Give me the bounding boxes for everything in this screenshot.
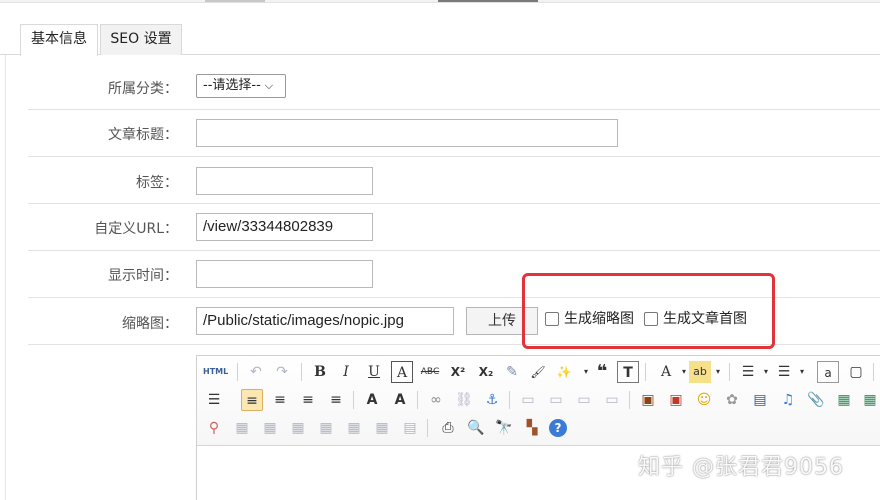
chevron-down-icon: ⌵ xyxy=(264,79,274,92)
align-center-icon[interactable]: ≡ xyxy=(269,389,291,411)
custom-url-label: 自定义URL： xyxy=(94,221,178,237)
category-selected-value: --请选择-- xyxy=(203,78,261,93)
title-input[interactable] xyxy=(196,119,618,147)
insert-frame-icon[interactable]: ⚲ xyxy=(203,417,225,439)
scrawl-icon[interactable]: ✿ xyxy=(721,389,743,411)
row-tags: 标签： xyxy=(28,157,880,204)
bold-icon[interactable]: B xyxy=(309,361,331,383)
toolbar-row-3: ⚲ ▦ ▦ ▦ ▦ ▦ ▦ ▤ ⎙ 🔍 🔭 ▚ ? xyxy=(203,417,880,443)
drafts-icon[interactable]: ▚ xyxy=(521,417,543,439)
blockquote-icon[interactable]: ❝ xyxy=(591,361,613,383)
emotion-icon[interactable]: ☺ xyxy=(693,389,715,411)
map-icon[interactable]: ▦ xyxy=(833,389,855,411)
row-title: 文章标题： xyxy=(28,110,880,157)
dropdown-arrow-icon[interactable]: ▾ xyxy=(791,361,813,383)
anchor-icon[interactable]: ⚓ xyxy=(481,389,503,411)
tags-label: 标签： xyxy=(136,175,178,191)
delete-row-icon[interactable]: ▦ xyxy=(315,417,337,439)
category-select[interactable]: --请选择-- ⌵ xyxy=(196,74,286,98)
title-label: 文章标题： xyxy=(108,127,178,143)
paste-text-icon[interactable]: T xyxy=(617,361,639,383)
font-family-icon[interactable]: A xyxy=(361,389,383,411)
subscript-icon[interactable]: X₂ xyxy=(475,361,497,383)
attachment-icon[interactable]: 📎 xyxy=(805,389,827,411)
display-time-input[interactable] xyxy=(196,260,373,288)
thumbnail-label: 缩略图： xyxy=(122,316,178,332)
tags-input[interactable] xyxy=(196,167,373,195)
auto-format-icon[interactable]: ✨ xyxy=(553,361,575,383)
redo-icon[interactable]: ↷ xyxy=(271,361,293,383)
row-category: 所属分类： --请选择-- ⌵ xyxy=(28,63,880,110)
superscript-icon[interactable]: X² xyxy=(447,361,469,383)
html-source-icon[interactable]: HTML xyxy=(203,361,228,383)
underline-icon[interactable]: U xyxy=(363,361,385,383)
delete-col-icon[interactable]: ▦ xyxy=(371,417,393,439)
select-all-icon[interactable]: a xyxy=(817,361,839,383)
image-float-left-icon[interactable]: ▭ xyxy=(545,389,567,411)
format-painter-icon[interactable]: 🖌 xyxy=(527,361,549,383)
align-left-icon[interactable]: ≡ xyxy=(241,389,263,411)
thumbnail-path-input[interactable]: /Public/static/images/nopic.jpg xyxy=(196,307,454,335)
image-float-none-icon[interactable]: ▭ xyxy=(517,389,539,411)
preview-icon[interactable]: 🔍 xyxy=(465,417,487,439)
toolbar-row-1: HTML ↶ ↷ B I U A ABC X² X₂ ✎ 🖌 ✨ ▾ ❝ T A… xyxy=(203,361,880,387)
gmap-icon[interactable]: ▦ xyxy=(859,389,880,411)
split-cells-icon[interactable]: ▤ xyxy=(399,417,421,439)
insert-video-icon[interactable]: ▤ xyxy=(749,389,771,411)
insert-row-icon[interactable]: ▦ xyxy=(287,417,309,439)
insert-col-icon[interactable]: ▦ xyxy=(343,417,365,439)
tab-seo-settings[interactable]: SEO 设置 xyxy=(100,24,182,55)
multi-image-icon[interactable]: ▣ xyxy=(665,389,687,411)
clear-doc-icon[interactable]: ▢ xyxy=(845,361,867,383)
strikethrough-icon[interactable]: ABC xyxy=(419,361,441,383)
print-icon[interactable]: ⎙ xyxy=(437,417,459,439)
unlink-icon[interactable]: ⛓ xyxy=(453,389,475,411)
delete-table-icon[interactable]: ▦ xyxy=(259,417,281,439)
align-justify-icon[interactable]: ≡ xyxy=(325,389,347,411)
italic-icon[interactable]: I xyxy=(335,361,357,383)
custom-url-input[interactable]: /view/33344802839 xyxy=(196,213,373,241)
annotation-highlight-box xyxy=(522,273,775,349)
insert-table-icon[interactable]: ▦ xyxy=(231,417,253,439)
category-label: 所属分类： xyxy=(108,81,178,97)
row-spacing-icon[interactable]: ☰ xyxy=(203,389,225,411)
image-float-right-icon[interactable]: ▭ xyxy=(573,389,595,411)
undo-icon[interactable]: ↶ xyxy=(245,361,267,383)
tab-basic-info[interactable]: 基本信息 xyxy=(20,24,98,56)
editor-toolbar: HTML ↶ ↷ B I U A ABC X² X₂ ✎ 🖌 ✨ ▾ ❝ T A… xyxy=(197,356,880,446)
toolbar-row-2: ☰ ≡ ≡ ≡ ≡ A A ∞ ⛓ ⚓ ▭ ▭ ▭ ▭ ▣ ▣ ☺ ✿ ▤ ♫ … xyxy=(203,389,880,415)
tab-bar: 基本信息 SEO 设置 xyxy=(0,0,880,56)
music-icon[interactable]: ♫ xyxy=(777,389,799,411)
search-replace-icon[interactable]: 🔭 xyxy=(493,417,515,439)
dropdown-arrow-icon[interactable]: ▾ xyxy=(707,361,729,383)
insert-image-icon[interactable]: ▣ xyxy=(637,389,659,411)
eraser-icon[interactable]: ✎ xyxy=(501,361,523,383)
help-icon[interactable]: ? xyxy=(549,419,567,437)
link-icon[interactable]: ∞ xyxy=(425,389,447,411)
font-size-icon[interactable]: A xyxy=(389,389,411,411)
watermark-text: 知乎 @张君君9056 xyxy=(638,455,844,480)
image-center-icon[interactable]: ▭ xyxy=(601,389,623,411)
display-time-label: 显示时间： xyxy=(108,268,178,284)
align-right-icon[interactable]: ≡ xyxy=(297,389,319,411)
font-border-icon[interactable]: A xyxy=(391,361,413,383)
row-custom-url: 自定义URL： /view/33344802839 xyxy=(28,204,880,251)
